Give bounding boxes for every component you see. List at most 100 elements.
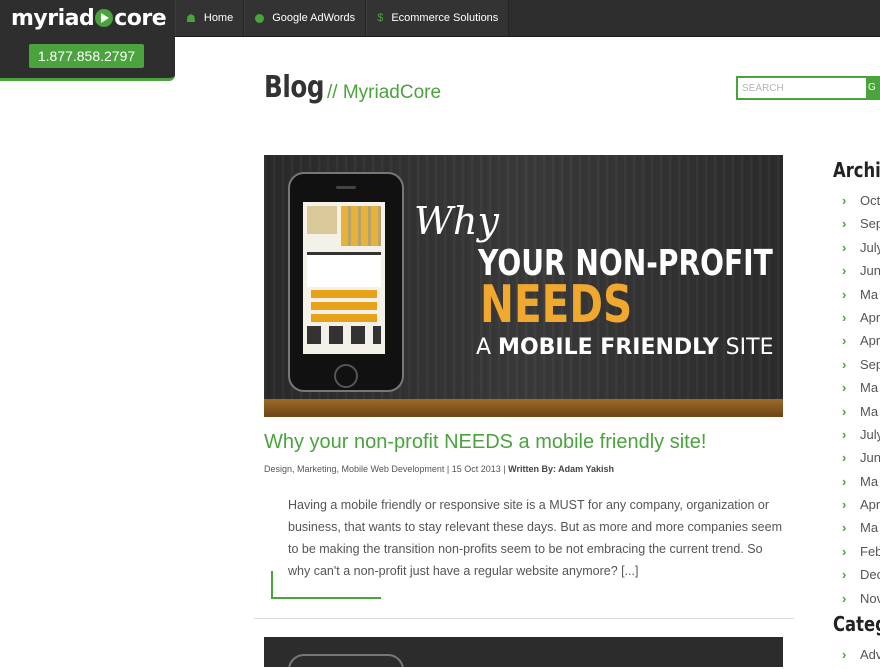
post-title-link[interactable]: Why your non-profit NEEDS a mobile frien…	[264, 431, 706, 454]
archive-item[interactable]: › Ma	[842, 473, 880, 496]
archive-label: July	[860, 426, 880, 442]
screen-mission-block	[307, 252, 381, 287]
categories-list: › Adv	[842, 646, 880, 669]
search-button-label: G	[868, 82, 876, 93]
archive-item[interactable]: › Ma	[842, 286, 880, 309]
post-featured-image[interactable]: Why YOUR NON-PROFIT NEEDS A MOBILE FRIEN…	[264, 155, 783, 417]
phone-number-button[interactable]: 1.877.858.2797	[29, 44, 144, 68]
screen-button	[311, 290, 377, 298]
circle-icon	[255, 13, 265, 23]
categories-heading: Catego	[833, 612, 880, 636]
smartphone-illustration	[288, 172, 404, 392]
chevron-right-icon: ›	[842, 216, 847, 232]
decorative-bracket	[271, 571, 381, 599]
archive-label: Ma	[860, 286, 879, 302]
archive-item[interactable]: › Sep	[842, 356, 880, 379]
archive-label: Jun	[860, 263, 880, 279]
main-nav: ☗ Home Google AdWords $ Ecommerce Soluti…	[175, 0, 510, 36]
wood-floor	[264, 399, 783, 417]
category-item[interactable]: › Adv	[842, 646, 880, 669]
chevron-right-icon: ›	[842, 193, 847, 208]
search-input[interactable]	[742, 79, 862, 98]
hero-line-2: NEEDS	[480, 275, 633, 335]
chevron-right-icon: ›	[842, 263, 847, 279]
archive-item[interactable]: › Ma	[842, 379, 880, 402]
chevron-right-icon: ›	[842, 309, 847, 325]
archive-label: Ma	[860, 403, 879, 419]
archive-item[interactable]: › Dec	[842, 566, 880, 589]
chevron-right-icon: ›	[842, 473, 847, 489]
archive-item[interactable]: › July	[842, 239, 880, 262]
chevron-right-icon: ›	[842, 450, 847, 466]
post-categories[interactable]: Design, Marketing, Mobile Web Developmen…	[264, 464, 444, 474]
archive-label: July	[860, 239, 880, 255]
archive-label: Ma	[860, 380, 879, 396]
screen-icon-row	[307, 326, 381, 344]
phone-speaker	[336, 186, 356, 189]
chevron-right-icon: ›	[842, 497, 847, 513]
post-date: 15 Oct 2013	[451, 464, 501, 474]
archive-item[interactable]: › Ma	[842, 403, 880, 426]
home-icon: ☗	[186, 12, 196, 25]
search-button[interactable]: G	[868, 76, 880, 100]
play-icon	[95, 9, 114, 27]
archive-item[interactable]: › Apr	[842, 332, 880, 355]
archive-item[interactable]: › July	[842, 426, 880, 449]
dollar-icon: $	[377, 12, 384, 24]
archive-item[interactable]: › Sep	[842, 215, 880, 238]
chevron-right-icon: ›	[842, 239, 847, 255]
screen-button	[311, 314, 377, 322]
logo-text-left: myriad	[11, 6, 95, 31]
archive-item[interactable]: › Ma	[842, 519, 880, 542]
chevron-right-icon: ›	[842, 286, 847, 302]
next-post-featured-image[interactable]	[264, 637, 783, 667]
archive-label: Apr	[860, 333, 880, 349]
archive-item[interactable]: › Nov	[842, 590, 880, 613]
post-divider	[254, 618, 794, 619]
chevron-right-icon: ›	[842, 520, 847, 536]
archive-item[interactable]: › Jun	[842, 262, 880, 285]
myriadcore-logo[interactable]: myriad core	[11, 5, 167, 33]
archive-label: Oct	[860, 193, 880, 208]
archive-item[interactable]: › Feb	[842, 543, 880, 566]
archive-label: Ma	[860, 473, 879, 489]
archive-label: Jun	[860, 450, 880, 466]
screen-logo-block	[307, 206, 337, 234]
archive-label: Feb	[860, 543, 880, 559]
logo-panel: myriad core 1.877.858.2797	[0, 0, 175, 81]
logo-text-right: core	[114, 6, 167, 31]
chevron-right-icon: ›	[842, 333, 847, 349]
hero-line-3-prefix: A	[476, 335, 499, 360]
hero-line-3-suffix: SITE	[718, 335, 774, 360]
archive-item[interactable]: › Apr	[842, 496, 880, 519]
hero-line-3: A MOBILE FRIENDLY SITE	[476, 335, 773, 360]
phone-screen	[303, 202, 385, 354]
hero-line-3-bold: MOBILE FRIENDLY	[498, 335, 719, 360]
search-box	[736, 76, 868, 100]
archive-label: Sep	[860, 216, 880, 232]
chevron-right-icon: ›	[842, 426, 847, 442]
post-meta: Design, Marketing, Mobile Web Developmen…	[264, 464, 615, 474]
nav-item-home[interactable]: ☗ Home	[175, 0, 245, 36]
smartphone-illustration	[288, 654, 404, 667]
archive-label: Apr	[860, 497, 880, 513]
screen-button	[311, 302, 377, 310]
chevron-right-icon: ›	[842, 380, 847, 396]
archive-label: Nov	[860, 590, 880, 606]
archive-item[interactable]: › Jun	[842, 449, 880, 472]
archive-item[interactable]: › Oct	[842, 192, 880, 215]
archive-item[interactable]: › Apr	[842, 309, 880, 332]
post-author: Written By: Adam Yakish	[508, 464, 615, 474]
nav-label-ecommerce-solutions: Ecommerce Solutions	[391, 12, 499, 24]
chevron-right-icon: ›	[842, 590, 847, 606]
nav-item-ecommerce-solutions[interactable]: $ Ecommerce Solutions	[366, 0, 510, 36]
hero-why-text: Why	[414, 199, 499, 243]
phone-home-button	[334, 364, 358, 388]
nav-label-home: Home	[203, 12, 234, 24]
nav-item-google-adwords[interactable]: Google AdWords	[244, 0, 367, 36]
chevron-right-icon: ›	[842, 567, 847, 583]
archive-label: Dec	[860, 567, 880, 583]
chevron-right-icon: ›	[842, 356, 847, 372]
nav-label-google-adwords: Google AdWords	[272, 12, 356, 24]
post-excerpt: Having a mobile friendly or responsive s…	[288, 498, 783, 578]
